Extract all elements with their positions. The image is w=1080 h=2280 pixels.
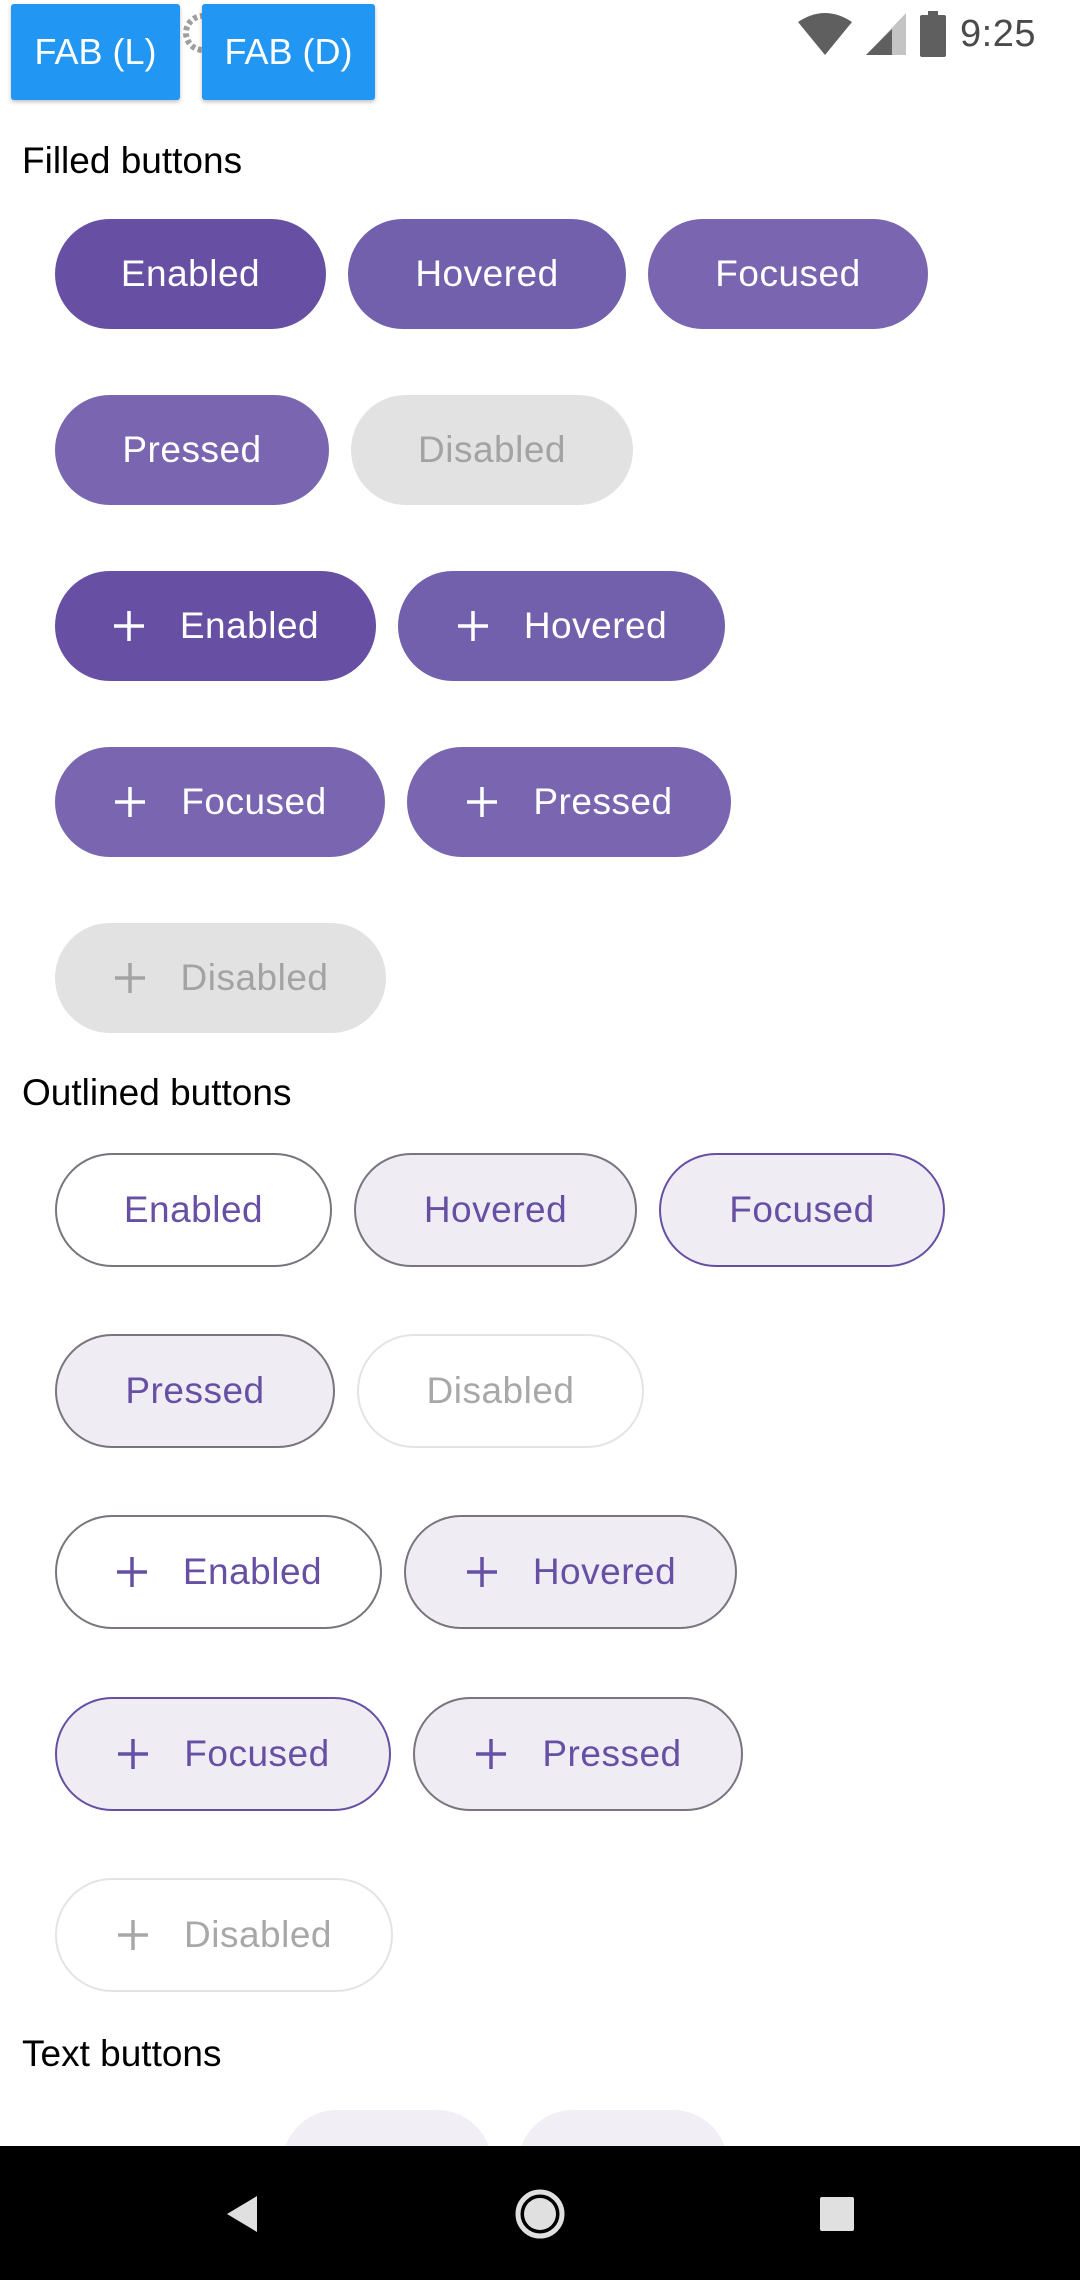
plus-icon <box>116 1737 150 1771</box>
button-label: Hovered <box>532 1551 677 1592</box>
outlined-icon-focused-button[interactable]: Focused <box>55 1697 391 1811</box>
button-label: Enabled <box>179 605 320 646</box>
button-label: Focused <box>181 781 327 822</box>
plus-icon <box>113 961 147 995</box>
button-label: Pressed <box>533 781 673 822</box>
filled-enabled-button[interactable]: Enabled <box>55 219 326 329</box>
button-label: Disabled <box>180 957 329 998</box>
outlined-hovered-button[interactable]: Hovered <box>354 1153 637 1267</box>
outlined-icon-pressed-button[interactable]: Pressed <box>413 1697 743 1811</box>
button-label: Disabled <box>184 1914 332 1955</box>
outlined-buttons-title: Outlined buttons <box>22 1072 292 1113</box>
fab-dark-button[interactable]: FAB (D) <box>202 4 375 100</box>
outlined-focused-button[interactable]: Focused <box>659 1153 945 1267</box>
plus-icon <box>465 1555 499 1589</box>
button-label: Pressed <box>542 1733 682 1774</box>
navigation-bar <box>0 2146 1080 2280</box>
outlined-icon-enabled-button[interactable]: Enabled <box>55 1515 382 1629</box>
plus-icon <box>474 1737 508 1771</box>
outlined-icon-hovered-button[interactable]: Hovered <box>404 1515 737 1629</box>
filled-icon-enabled-button[interactable]: Enabled <box>55 571 376 681</box>
plus-icon <box>116 1918 150 1952</box>
plus-icon <box>113 785 147 819</box>
filled-icon-focused-button[interactable]: Focused <box>55 747 385 857</box>
plus-icon <box>465 785 499 819</box>
back-icon[interactable] <box>213 2184 273 2244</box>
button-label: Pressed <box>122 429 262 470</box>
button-label: Focused <box>715 253 861 294</box>
plus-icon <box>115 1555 149 1589</box>
outlined-enabled-button[interactable]: Enabled <box>55 1153 332 1267</box>
button-label: Enabled <box>182 1551 323 1592</box>
fab-light-button[interactable]: FAB (L) <box>11 4 180 100</box>
button-label: Hovered <box>415 253 559 294</box>
filled-focused-button[interactable]: Focused <box>648 219 928 329</box>
outlined-disabled-button: Disabled <box>357 1334 644 1448</box>
plus-icon <box>112 609 146 643</box>
recents-icon[interactable] <box>807 2184 867 2244</box>
button-label: Pressed <box>125 1370 265 1411</box>
outlined-icon-disabled-button: Disabled <box>55 1878 393 1992</box>
filled-icon-pressed-button[interactable]: Pressed <box>407 747 731 857</box>
button-label: Disabled <box>426 1370 575 1411</box>
home-icon[interactable] <box>510 2184 570 2244</box>
filled-pressed-button[interactable]: Pressed <box>55 395 329 505</box>
wifi-icon <box>798 13 853 55</box>
button-label: Hovered <box>523 605 668 646</box>
system-status: 9:25 <box>798 6 1036 62</box>
plus-icon <box>456 609 490 643</box>
clock: 9:25 <box>960 12 1036 55</box>
filled-buttons-title: Filled buttons <box>22 140 243 181</box>
button-label: Focused <box>184 1733 330 1774</box>
battery-icon <box>920 11 947 57</box>
button-label: Hovered <box>423 1189 568 1230</box>
button-label: Disabled <box>418 429 566 470</box>
button-label: Enabled <box>123 1189 264 1230</box>
filled-hovered-button[interactable]: Hovered <box>348 219 626 329</box>
filled-icon-hovered-button[interactable]: Hovered <box>398 571 725 681</box>
button-label: Focused <box>729 1189 875 1230</box>
text-buttons-title: Text buttons <box>22 2033 222 2074</box>
filled-disabled-button: Disabled <box>351 395 633 505</box>
outlined-pressed-button[interactable]: Pressed <box>55 1334 335 1448</box>
filled-icon-disabled-button: Disabled <box>55 923 386 1033</box>
button-label: Enabled <box>120 253 261 294</box>
cell-signal-icon <box>866 13 907 55</box>
